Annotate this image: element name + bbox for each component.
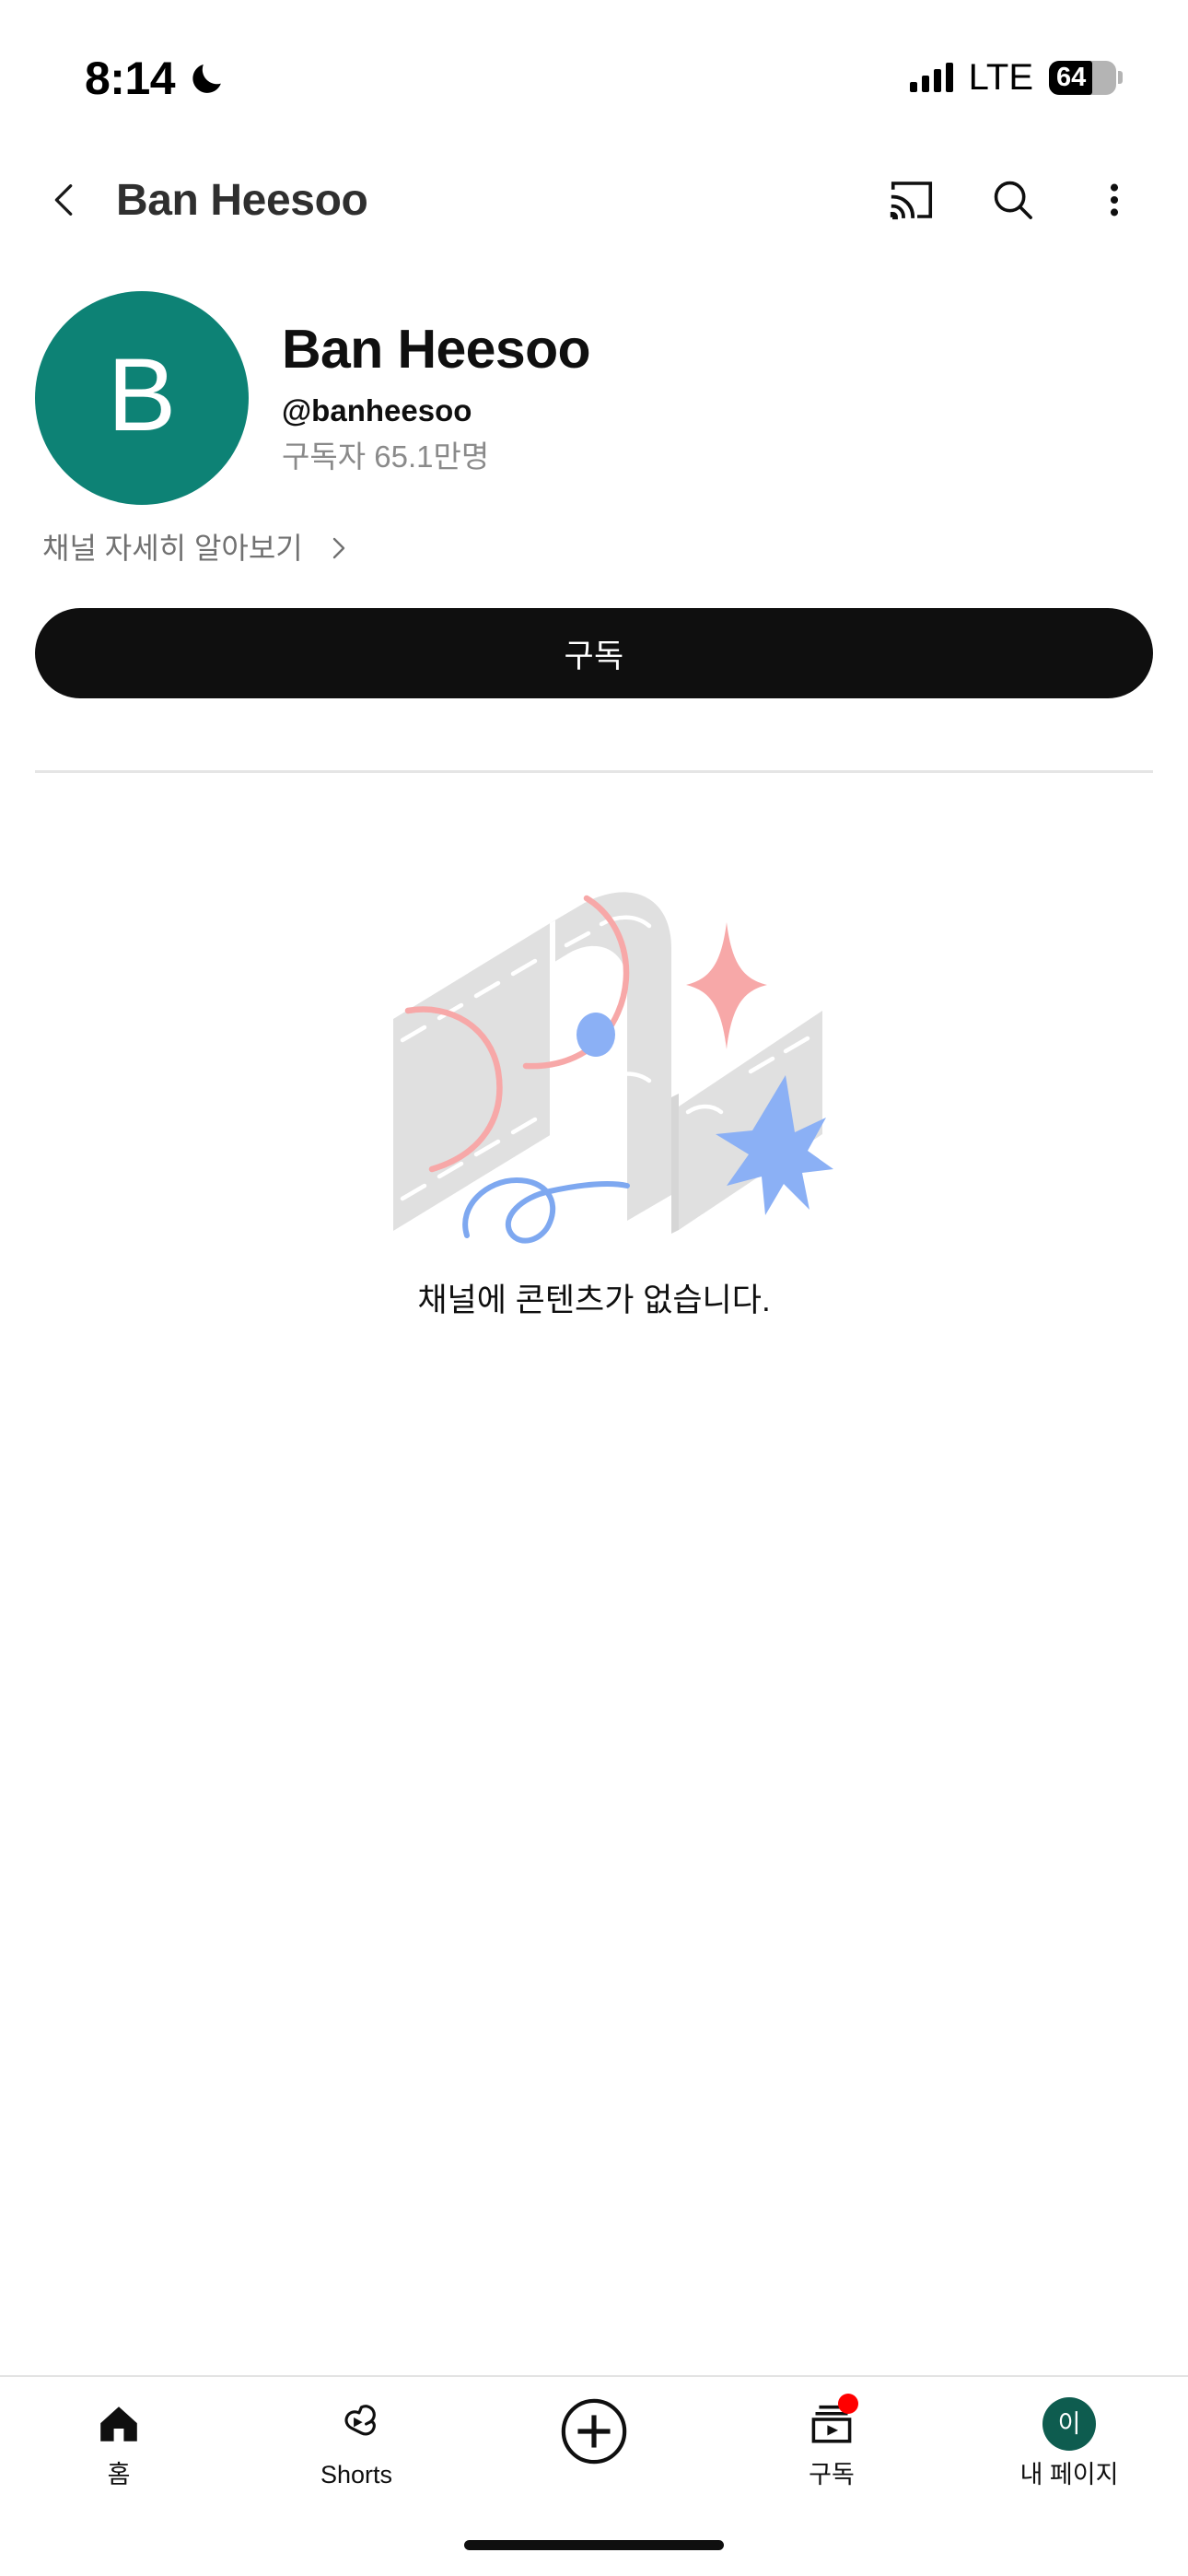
home-indicator-area [0,2513,1188,2576]
subscriber-count: 구독자 65.1만명 [282,439,490,474]
nav-item-subscriptions[interactable]: 구독 [713,2394,950,2488]
channel-name: Ban Heesoo [282,319,591,380]
empty-state-message: 채널에 콘텐츠가 없습니다. [417,1282,771,1319]
nav-label-subscriptions: 구독 [809,2461,855,2488]
create-plus-icon [561,2398,627,2465]
nav-label-my-page: 내 페이지 [1019,2461,1119,2488]
header-actions [873,161,1153,239]
home-icon [100,2406,137,2441]
search-icon [994,181,1032,219]
channel-learn-more-label: 채널 자세히 알아보기 [42,532,303,565]
network-type-label: LTE [968,57,1033,98]
no-content-map-illustration [393,892,833,1244]
subscribe-button-label: 구독 [564,638,624,674]
cellular-signal-icon [909,63,953,92]
subscriptions-icon-wrap [809,2394,858,2453]
page-title: Ban Heesoo [116,175,368,225]
more-vertical-icon [1110,183,1119,217]
nav-item-home[interactable]: 홈 [0,2395,238,2488]
search-button[interactable] [974,161,1052,239]
channel-identity-row: B Ban Heesoo @banheesoo 구독자 65.1만명 [35,291,1153,505]
account-avatar-letter: 이 [1057,2409,1081,2438]
cast-button[interactable] [873,161,950,239]
account-avatar-wrap: 이 [1042,2395,1096,2453]
overflow-menu-button[interactable] [1076,161,1153,239]
back-button[interactable] [26,161,103,239]
channel-handle: @banheesoo [282,393,472,428]
channel-avatar-letter: B [107,337,177,452]
nav-label-home: 홈 [107,2461,131,2488]
home-indicator[interactable] [464,2539,724,2550]
account-avatar-icon: 이 [1042,2397,1096,2451]
bottom-navigation-bar: 홈 Shorts 구독 이 내 페이지 [0,2375,1188,2513]
status-bar-left: 8:14 [85,55,227,101]
nav-item-shorts[interactable]: Shorts [238,2395,475,2488]
shorts-icon-wrap [333,2395,379,2453]
nav-label-shorts: Shorts [320,2461,393,2488]
status-bar: 8:14 LTE 64 [0,0,1188,147]
phone-screen: 8:14 LTE 64 Ban Heesoo B Ban Heesoo @ban… [0,0,1188,2576]
battery-cap [1118,71,1123,84]
subscribe-button[interactable]: 구독 [35,608,1153,699]
cast-icon [890,181,933,220]
status-time: 8:14 [85,53,176,104]
channel-avatar[interactable]: B [35,291,249,505]
empty-state: 채널에 콘텐츠가 없습니다. [0,773,1188,2375]
chevron-right-icon [332,537,344,559]
shorts-icon [344,2405,376,2436]
subscriptions-badge-dot [838,2394,858,2414]
nav-item-create[interactable] [475,2395,713,2477]
home-icon-wrap [96,2395,142,2453]
status-bar-right: LTE 64 [909,55,1123,98]
create-icon-wrap [558,2395,630,2467]
battery-indicator: 64 [1049,60,1123,95]
chevron-left-icon [54,184,73,216]
channel-header: B Ban Heesoo @banheesoo 구독자 65.1만명 채널 자세… [0,252,1188,774]
battery-percent-label: 64 [1056,62,1087,92]
nav-item-my-page[interactable]: 이 내 페이지 [950,2395,1188,2488]
channel-meta: Ban Heesoo @banheesoo 구독자 65.1만명 [282,291,591,474]
channel-learn-more-link[interactable]: 채널 자세히 알아보기 [35,531,353,566]
crescent-moon-icon [192,64,221,93]
app-header: Ban Heesoo [0,147,1188,252]
